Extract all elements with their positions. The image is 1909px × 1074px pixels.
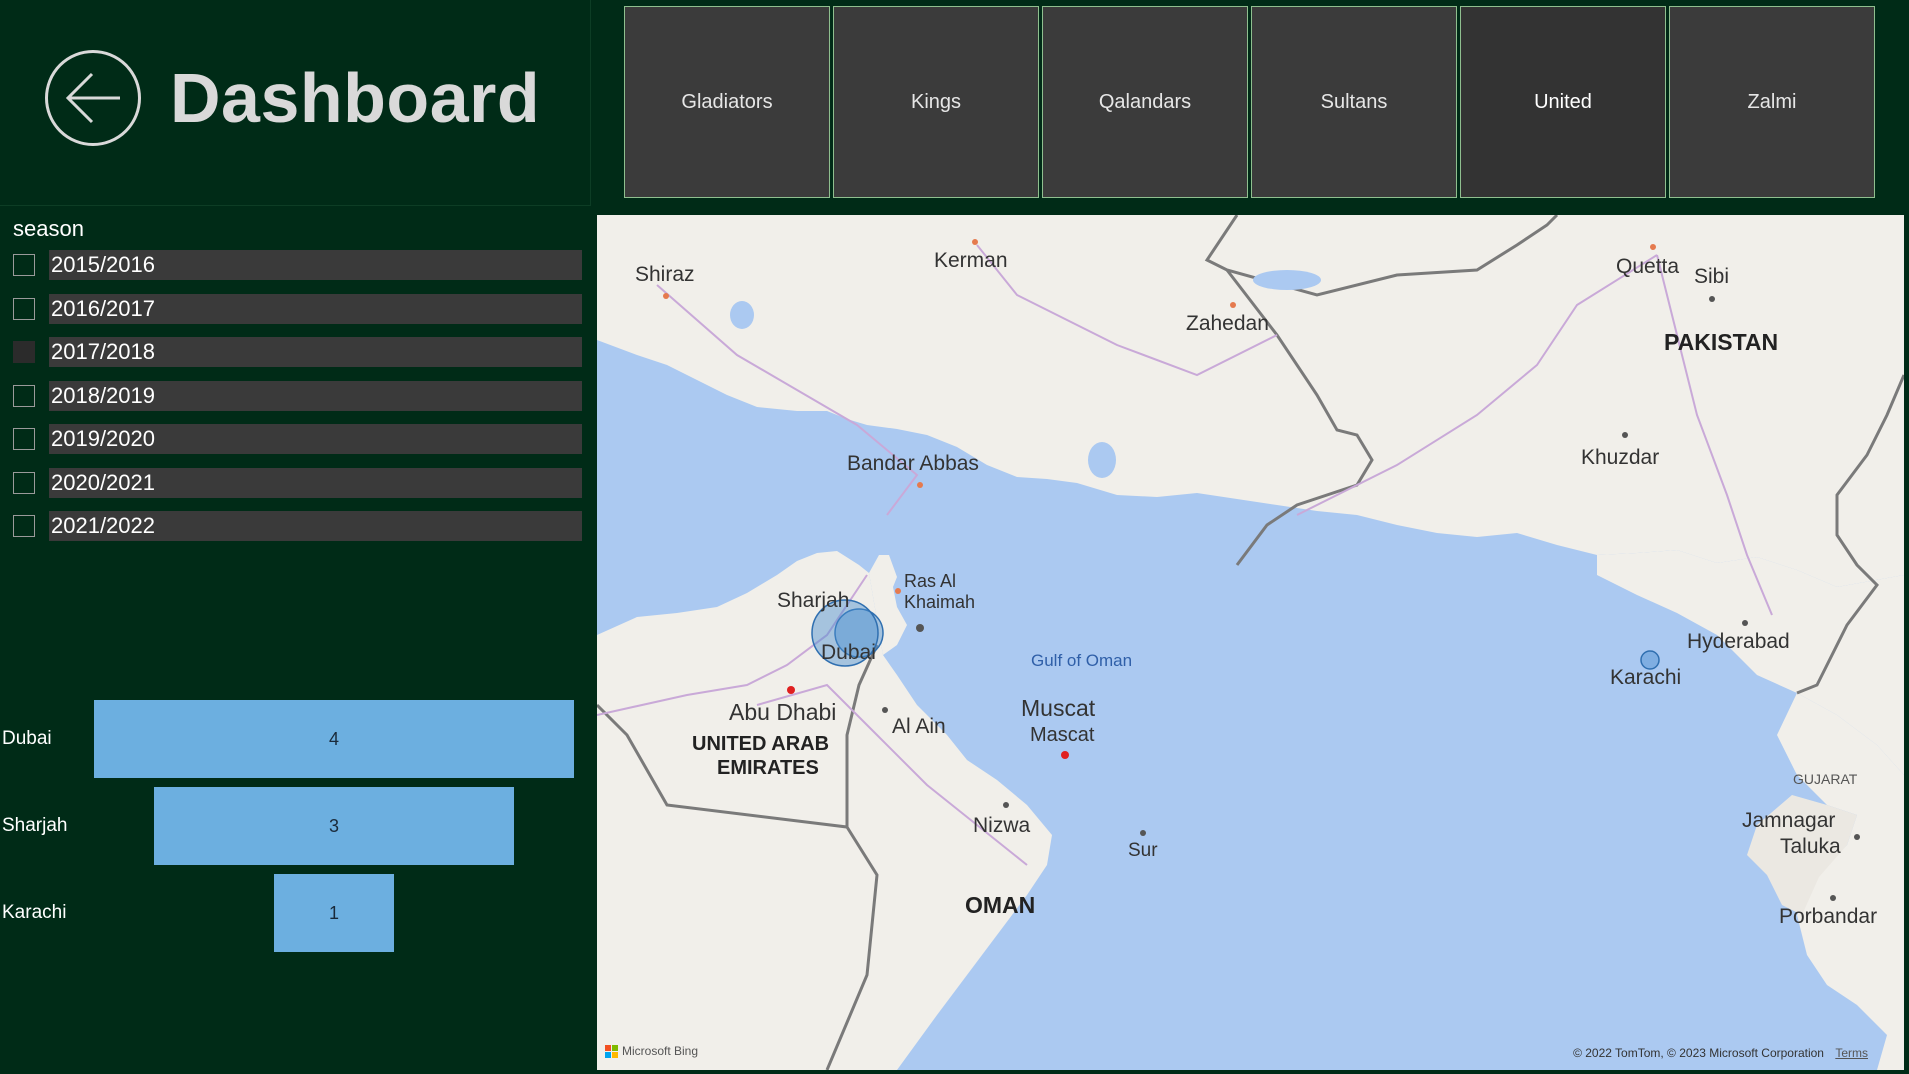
season-label: 2018/2019: [49, 380, 582, 411]
season-item-2015-2016[interactable]: 2015/2016: [13, 250, 583, 294]
bar-row: Sharjah 3: [0, 787, 590, 865]
bar-row: Karachi 1: [0, 874, 590, 952]
season-item-2019-2020[interactable]: 2019/2020: [13, 424, 583, 468]
map-label-karachi: Karachi: [1610, 666, 1681, 689]
season-checkbox[interactable]: [13, 428, 35, 450]
season-list: 2015/2016 2016/2017 2017/2018 2018/2019 …: [13, 250, 583, 555]
season-checkbox[interactable]: [13, 384, 35, 407]
bing-logo-text: Microsoft Bing: [622, 1044, 699, 1058]
map-label-pakistan: PAKISTAN: [1664, 329, 1778, 355]
map-label-hyderabad: Hyderabad: [1687, 630, 1790, 653]
lake: [1088, 442, 1116, 478]
map-label-mascat: Mascat: [1030, 724, 1095, 746]
map-label-dubai: Dubai: [821, 641, 876, 664]
team-filter-bar: Gladiators Kings Qalandars Sultans Unite…: [624, 6, 1875, 198]
page-title: Dashboard: [170, 59, 541, 137]
season-label: 2015/2016: [49, 250, 582, 280]
season-label: 2017/2018: [49, 337, 582, 367]
map-label-khuzdar: Khuzdar: [1581, 446, 1659, 469]
lake: [730, 301, 754, 329]
map-label-porbandar: Porbandar: [1779, 905, 1877, 928]
city-dot: [1742, 620, 1748, 626]
city-dot: [916, 624, 924, 632]
season-label: 2016/2017: [49, 293, 582, 324]
season-item-2018-2019[interactable]: 2018/2019: [13, 380, 583, 425]
team-button-zalmi[interactable]: Zalmi: [1669, 6, 1875, 198]
team-button-kings[interactable]: Kings: [833, 6, 1039, 198]
map-label-kerman: Kerman: [934, 249, 1008, 272]
bing-logo: Microsoft Bing: [605, 1044, 698, 1058]
season-label: 2020/2021: [49, 467, 582, 498]
map-label-muscat: Muscat: [1021, 695, 1096, 721]
map-label-gulf-of-oman: Gulf of Oman: [1031, 651, 1132, 670]
season-checkbox[interactable]: [13, 254, 35, 276]
city-dot: [1830, 895, 1836, 901]
header-panel: Dashboard: [0, 0, 591, 206]
city-dot: [1003, 802, 1009, 808]
bar-category-label: Karachi: [2, 902, 67, 923]
map-label-uae: UNITED ARAB: [692, 733, 829, 755]
map-label-ras-al-khaimah: Khaimah: [904, 592, 975, 612]
terms-link[interactable]: Terms: [1835, 1046, 1868, 1060]
arrow-left-icon: [65, 72, 120, 124]
city-dot: [1650, 244, 1656, 250]
map-label-sur: Sur: [1128, 840, 1158, 861]
city-dot: [882, 707, 888, 713]
city-dot: [1622, 432, 1628, 438]
lake: [1253, 270, 1321, 290]
map-canvas[interactable]: Shiraz Kerman Zahedan Quetta Sibi PAKIST…: [597, 215, 1904, 1070]
city-dot: [917, 482, 923, 488]
season-item-2021-2022[interactable]: 2021/2022: [13, 511, 583, 555]
map-label-bandar-abbas: Bandar Abbas: [847, 452, 979, 475]
map-label-ras-al-khaimah: Ras Al: [904, 571, 956, 591]
map-label-nizwa: Nizwa: [973, 814, 1030, 837]
map-label-jamnagar: Taluka: [1780, 835, 1841, 858]
team-button-qalandars[interactable]: Qalandars: [1042, 6, 1248, 198]
city-dot: [972, 239, 978, 245]
season-checkbox[interactable]: [13, 515, 35, 537]
bar-row: Dubai 4: [0, 700, 590, 778]
map-label-shiraz: Shiraz: [635, 263, 695, 286]
map-visual[interactable]: Shiraz Kerman Zahedan Quetta Sibi PAKIST…: [597, 215, 1904, 1070]
back-button[interactable]: [45, 50, 141, 146]
season-label: 2019/2020: [49, 424, 582, 454]
map-label-jamnagar: Jamnagar: [1742, 809, 1835, 832]
map-label-oman: OMAN: [965, 892, 1035, 918]
map-label-sharjah: Sharjah: [777, 589, 849, 612]
map-label-quetta: Quetta: [1616, 255, 1679, 278]
city-dot: [1140, 830, 1146, 836]
venue-bar-chart: Dubai 4 Sharjah 3 Karachi 1: [0, 700, 590, 970]
city-dot: [1854, 834, 1860, 840]
season-checkbox[interactable]: [13, 341, 35, 363]
season-checkbox[interactable]: [13, 297, 35, 320]
season-checkbox[interactable]: [13, 471, 35, 494]
map-label-sibi: Sibi: [1694, 265, 1729, 288]
season-item-2020-2021[interactable]: 2020/2021: [13, 467, 583, 512]
city-dot: [1230, 302, 1236, 308]
map-label-zahedan: Zahedan: [1186, 312, 1269, 335]
team-button-sultans[interactable]: Sultans: [1251, 6, 1457, 198]
city-dot: [1061, 751, 1069, 759]
season-label: 2021/2022: [49, 511, 582, 541]
bar-category-label: Sharjah: [2, 815, 68, 836]
city-dot: [787, 686, 795, 694]
city-dot: [1709, 296, 1715, 302]
map-label-uae: EMIRATES: [717, 757, 819, 779]
season-item-2016-2017[interactable]: 2016/2017: [13, 293, 583, 338]
team-button-united[interactable]: United: [1460, 6, 1666, 198]
slicer-title: season: [13, 216, 84, 241]
microsoft-logo-icon: [605, 1044, 618, 1058]
bar-category-label: Dubai: [2, 728, 52, 749]
copyright-text: © 2022 TomTom, © 2023 Microsoft Corporat…: [1573, 1046, 1824, 1060]
season-item-2017-2018[interactable]: 2017/2018: [13, 337, 583, 381]
city-dot: [895, 588, 901, 594]
map-copyright: © 2022 TomTom, © 2023 Microsoft Corporat…: [1573, 1046, 1868, 1060]
team-button-gladiators[interactable]: Gladiators: [624, 6, 830, 198]
city-dot: [663, 293, 669, 299]
map-label-gujarat: GUJARAT: [1793, 771, 1858, 787]
map-label-al-ain: Al Ain: [892, 715, 946, 738]
map-label-abu-dhabi: Abu Dhabi: [729, 699, 836, 725]
